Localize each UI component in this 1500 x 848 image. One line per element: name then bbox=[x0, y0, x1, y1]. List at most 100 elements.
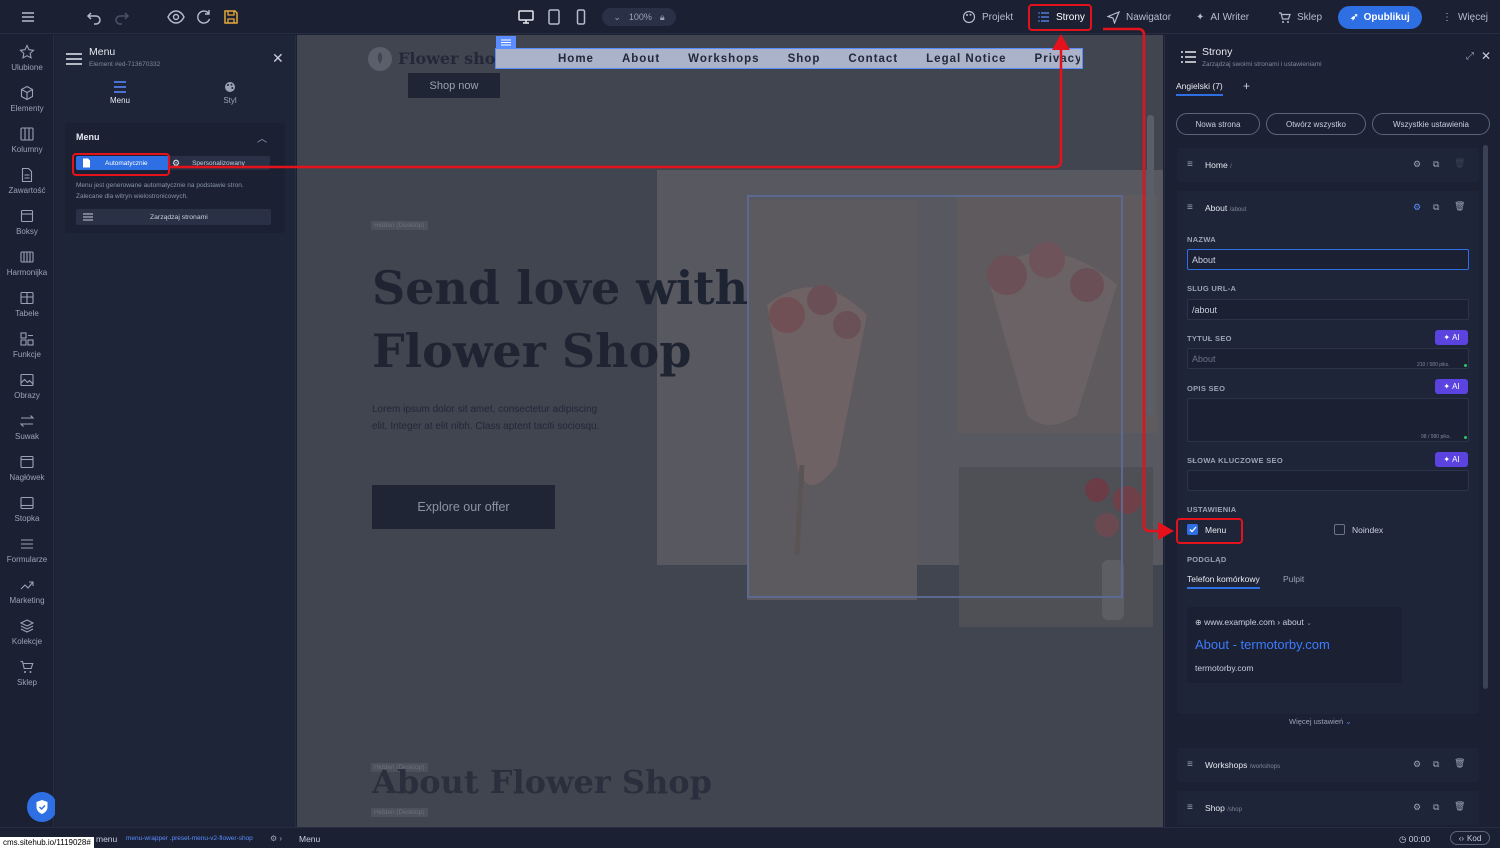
rail-item-sklep[interactable]: Sklep bbox=[0, 654, 54, 694]
projekt-button[interactable]: Projekt bbox=[956, 5, 1019, 29]
timer: ◷ 00:00 bbox=[1399, 834, 1431, 844]
ai-button-seo-title[interactable]: ✦ AI bbox=[1435, 330, 1468, 345]
nav-contact[interactable]: Contact bbox=[848, 53, 898, 65]
slug-input[interactable]: /about bbox=[1187, 299, 1469, 320]
panel-scrollbar[interactable] bbox=[1483, 145, 1488, 689]
shield-check-button[interactable] bbox=[27, 792, 57, 822]
breadcrumb-menu[interactable]: menu bbox=[96, 834, 117, 844]
nawigator-button[interactable]: Nawigator bbox=[1101, 5, 1177, 29]
nav-legal-notice[interactable]: Legal Notice bbox=[926, 53, 1006, 65]
nav-home[interactable]: Home bbox=[558, 53, 594, 65]
trash-icon[interactable]: 🗑︎ bbox=[1454, 758, 1465, 769]
nav-privacy[interactable]: Privacy bbox=[1035, 53, 1080, 65]
save-icon[interactable] bbox=[222, 8, 240, 26]
nav-workshops[interactable]: Workshops bbox=[688, 53, 759, 65]
rail-item-kolekcje[interactable]: Kolekcje bbox=[0, 613, 54, 653]
tablet-view-icon[interactable] bbox=[545, 8, 563, 26]
tab-menu[interactable]: Menu bbox=[90, 81, 150, 105]
editor-canvas[interactable]: Flower shop Shop now Home About Workshop… bbox=[297, 35, 1163, 827]
close-icon[interactable]: ✕ bbox=[272, 50, 284, 67]
drag-handle-icon[interactable]: ≡ bbox=[1187, 759, 1193, 770]
rail-item-zawartosc[interactable]: Zawartość bbox=[0, 162, 54, 202]
preview-eye-icon[interactable] bbox=[167, 8, 185, 26]
duplicate-icon[interactable]: ⧉ bbox=[1433, 759, 1439, 770]
page-name-input[interactable]: About bbox=[1187, 249, 1469, 270]
rail-item-ulubione[interactable]: Ulubione bbox=[0, 39, 54, 79]
drag-handle-icon[interactable]: ≡ bbox=[1187, 802, 1193, 813]
preview-title[interactable]: About - termotorby.com bbox=[1195, 637, 1330, 652]
rail-item-naglowek[interactable]: Nagłówek bbox=[0, 449, 54, 489]
duplicate-icon[interactable]: ⧉ bbox=[1433, 802, 1439, 813]
add-language-icon[interactable]: + bbox=[1243, 79, 1250, 93]
drag-handle-icon[interactable]: ≡ bbox=[1187, 159, 1193, 170]
page-row-home[interactable]: ≡ Home / ⚙ ⧉ 🗑︎ bbox=[1177, 148, 1479, 182]
rail-item-funkcje[interactable]: Funkcje bbox=[0, 326, 54, 366]
drag-handle-icon[interactable]: ≡ bbox=[1187, 202, 1193, 213]
close-icon[interactable]: ✕ bbox=[1481, 49, 1491, 63]
site-menu-items: Home About Workshops Shop Contact Legal … bbox=[558, 53, 1080, 65]
redo-icon[interactable] bbox=[113, 8, 131, 26]
new-page-button[interactable]: Nowa strona bbox=[1176, 113, 1260, 135]
trash-icon[interactable]: 🗑︎ bbox=[1454, 801, 1465, 812]
logo-text: Flower shop bbox=[398, 49, 507, 68]
mobile-view-icon[interactable] bbox=[572, 8, 590, 26]
open-all-button[interactable]: Otwórz wszystko bbox=[1266, 113, 1366, 135]
code-button[interactable]: ‹› Kod bbox=[1450, 831, 1490, 845]
slider-icon bbox=[19, 415, 35, 427]
page-row-shop[interactable]: ≡ Shop /shop ⚙ ⧉ 🗑︎ bbox=[1177, 791, 1479, 825]
tab-styl[interactable]: Styl bbox=[200, 81, 260, 105]
rail-item-elementy[interactable]: Elementy bbox=[0, 80, 54, 120]
rail-item-harmonijka[interactable]: Harmonijka bbox=[0, 244, 54, 284]
ai-button-seo-desc[interactable]: ✦ AI bbox=[1435, 379, 1468, 394]
rail-item-kolumny[interactable]: Kolumny bbox=[0, 121, 54, 161]
rail-item-formularze[interactable]: Formularze bbox=[0, 531, 54, 571]
sklep-button[interactable]: Sklep bbox=[1272, 5, 1328, 29]
settings-icon[interactable]: ⚙ bbox=[1413, 802, 1421, 813]
expand-icon[interactable]: ⤢ bbox=[1466, 51, 1474, 62]
rail-item-boksy[interactable]: Boksy bbox=[0, 203, 54, 243]
trash-icon[interactable]: 🗑︎ bbox=[1454, 201, 1465, 212]
custom-option[interactable]: ⚙ Spersonalizowany bbox=[172, 156, 270, 170]
panel-title: Menu bbox=[89, 46, 116, 58]
duplicate-icon[interactable]: ⧉ bbox=[1433, 202, 1439, 213]
nav-shop[interactable]: Shop bbox=[788, 53, 821, 65]
page-row-workshops[interactable]: ≡ Workshops /workshops ⚙ ⧉ 🗑︎ bbox=[1177, 748, 1479, 782]
rail-label: Harmonijka bbox=[6, 268, 48, 277]
tab-angielski[interactable]: Angielski (7) bbox=[1176, 81, 1223, 96]
rail-item-marketing[interactable]: Marketing bbox=[0, 572, 54, 612]
explore-offer-button[interactable]: Explore our offer bbox=[372, 485, 555, 529]
nav-about[interactable]: About bbox=[622, 53, 660, 65]
all-settings-button[interactable]: Wszystkie ustawienia bbox=[1372, 113, 1490, 135]
breadcrumb-current[interactable]: Menu bbox=[299, 834, 320, 844]
rail-item-suwak[interactable]: Suwak bbox=[0, 408, 54, 448]
rail-item-tabele[interactable]: Tabele bbox=[0, 285, 54, 325]
hamburger-menu-icon[interactable] bbox=[19, 8, 37, 26]
menu-handle[interactable] bbox=[496, 36, 516, 48]
keywords-input[interactable] bbox=[1187, 470, 1469, 491]
rail-item-stopka[interactable]: Stopka bbox=[0, 490, 54, 530]
tab-desktop[interactable]: Pulpit bbox=[1283, 574, 1304, 584]
more-button[interactable]: ⋮ Więcej bbox=[1436, 5, 1494, 29]
refresh-icon[interactable] bbox=[195, 8, 213, 26]
rail-item-obrazy[interactable]: Obrazy bbox=[0, 367, 54, 407]
ai-button-keywords[interactable]: ✦ AI bbox=[1435, 452, 1468, 467]
site-menu[interactable]: Home About Workshops Shop Contact Legal … bbox=[495, 36, 1083, 69]
desktop-view-icon[interactable] bbox=[517, 8, 535, 26]
settings-icon[interactable]: ⚙ bbox=[1413, 159, 1421, 170]
ai-writer-button[interactable]: ✦ AI Writer bbox=[1190, 5, 1255, 29]
duplicate-icon[interactable]: ⧉ bbox=[1433, 159, 1439, 170]
menu-section: Menu ︿ Automatycznie ⚙ Spersonalizowany … bbox=[65, 123, 285, 233]
noindex-checkbox[interactable] bbox=[1334, 524, 1345, 535]
manage-pages-button[interactable]: Zarządzaj stronami bbox=[76, 209, 271, 225]
publish-button[interactable]: ➶ Opublikuj bbox=[1338, 6, 1422, 29]
settings-icon[interactable]: ⚙ bbox=[1413, 759, 1421, 770]
undo-icon[interactable] bbox=[85, 8, 103, 26]
more-settings-link[interactable]: Więcej ustawień ⌄ bbox=[1289, 717, 1352, 726]
canvas-scrollbar[interactable] bbox=[1147, 115, 1154, 415]
chevron-up-icon[interactable]: ︿ bbox=[257, 130, 267, 145]
settings-icon[interactable]: ⚙ bbox=[1413, 202, 1421, 213]
shop-now-button[interactable]: Shop now bbox=[408, 73, 500, 98]
tab-mobile[interactable]: Telefon komórkowy bbox=[1187, 574, 1260, 589]
breadcrumb-wrapper[interactable]: menu-wrapper .preset-menu-v2-flower-shop bbox=[126, 835, 253, 842]
zoom-control[interactable]: ⌄ 100% 🔒︎ bbox=[602, 8, 676, 26]
